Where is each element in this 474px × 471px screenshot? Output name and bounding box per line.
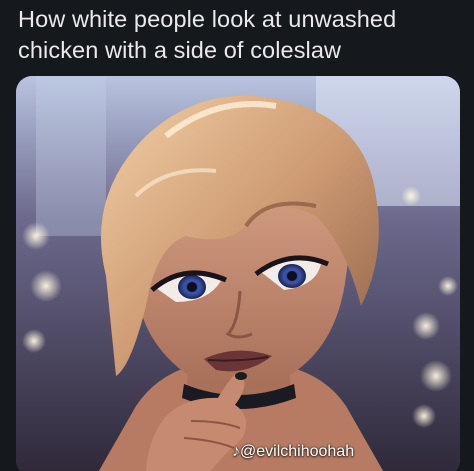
post-image[interactable] <box>16 76 460 471</box>
meme-post: How white people look at unwashed chicke… <box>0 0 474 471</box>
caption-line-2: chicken with a side of coleslaw <box>18 37 342 63</box>
watermark-handle: @evilchihoohah <box>240 443 355 460</box>
tiktok-note-icon: ♪ <box>232 443 240 460</box>
post-caption: How white people look at unwashed chicke… <box>18 4 458 66</box>
character-illustration <box>16 76 460 471</box>
caption-line-1: How white people look at unwashed <box>18 6 397 32</box>
watermark: ♪@evilchihoohah <box>232 443 354 461</box>
